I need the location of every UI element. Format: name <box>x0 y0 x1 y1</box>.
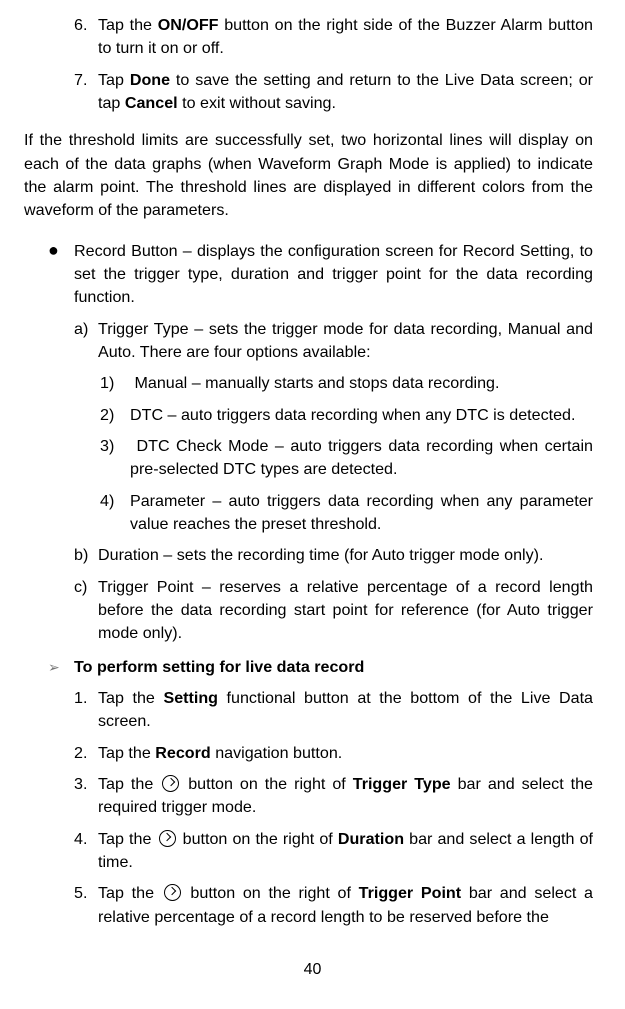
arrow-icon: ➢ <box>48 657 74 677</box>
text: Tap the <box>98 775 160 793</box>
text: DTC – auto triggers data recording when … <box>130 406 575 424</box>
bold-duration: Duration <box>338 830 404 848</box>
text: Duration – sets the recording time (for … <box>98 546 543 564</box>
text: button on the right of <box>190 884 358 902</box>
item-3-dtc-check: 3) DTC Check Mode – auto triggers data r… <box>24 435 593 482</box>
text: button on the right of <box>183 830 338 848</box>
alpha-label: a) <box>74 318 98 341</box>
item-2-dtc: 2)DTC – auto triggers data recording whe… <box>24 404 593 427</box>
step-number: 6. <box>74 14 98 37</box>
text: Tap the <box>98 16 158 34</box>
bold-record: Record <box>155 744 210 762</box>
perform-step-4: 4.Tap the button on the right of Duratio… <box>24 828 593 875</box>
num-label: 2) <box>100 404 130 427</box>
bold-trigger-type: Trigger Type <box>353 775 451 793</box>
step-6: 6.Tap the ON/OFF button on the right sid… <box>24 14 593 61</box>
circle-chevron-right-icon <box>164 884 181 901</box>
text: navigation button. <box>211 744 343 762</box>
step-number: 1. <box>74 687 98 710</box>
bold-onoff: ON/OFF <box>158 16 219 34</box>
perform-step-1: 1.Tap the Setting functional button at t… <box>24 687 593 734</box>
paragraph-threshold: If the threshold limits are successfully… <box>24 129 593 222</box>
circle-chevron-right-icon <box>162 775 179 792</box>
bullet-dot-icon: ● <box>48 237 74 263</box>
text: Tap the <box>98 830 157 848</box>
alpha-label: c) <box>74 576 98 599</box>
num-label: 4) <box>100 490 130 513</box>
text: Manual – manually starts and stops data … <box>130 374 499 392</box>
perform-step-5: 5.Tap the button on the right of Trigger… <box>24 882 593 929</box>
num-label: 1) <box>100 372 130 395</box>
item-1-manual: 1) Manual – manually starts and stops da… <box>24 372 593 395</box>
num-label: 3) <box>100 435 130 458</box>
step-number: 5. <box>74 882 98 905</box>
text: DTC Check Mode – auto triggers data reco… <box>130 437 593 478</box>
text: button on the right of <box>188 775 353 793</box>
alpha-label: b) <box>74 544 98 567</box>
text: Trigger Type – sets the trigger mode for… <box>98 320 593 361</box>
item-a-trigger-type: a)Trigger Type – sets the trigger mode f… <box>24 318 593 365</box>
step-number: 4. <box>74 828 98 851</box>
text: to exit without saving. <box>178 94 336 112</box>
heading-perform-setting: ➢To perform setting for live data record <box>24 656 593 679</box>
bold-done: Done <box>130 71 170 89</box>
perform-step-2: 2.Tap the Record navigation button. <box>24 742 593 765</box>
item-c-trigger-point: c)Trigger Point – reserves a relative pe… <box>24 576 593 646</box>
page-number: 40 <box>0 958 625 981</box>
text: Tap the <box>98 744 155 762</box>
perform-step-3: 3.Tap the button on the right of Trigger… <box>24 773 593 820</box>
heading-text: To perform setting for live data record <box>74 658 364 676</box>
step-number: 3. <box>74 773 98 796</box>
text: Tap the <box>98 884 162 902</box>
step-number: 2. <box>74 742 98 765</box>
bold-setting: Setting <box>163 689 218 707</box>
text: Record Button – displays the configurati… <box>74 242 593 307</box>
item-4-parameter: 4)Parameter – auto triggers data recordi… <box>24 490 593 537</box>
text: Parameter – auto triggers data recording… <box>130 492 593 533</box>
bold-trigger-point: Trigger Point <box>359 884 461 902</box>
step-number: 7. <box>74 69 98 92</box>
bullet-record-button: ●Record Button – displays the configurat… <box>24 237 593 310</box>
text: Tap <box>98 71 130 89</box>
item-b-duration: b)Duration – sets the recording time (fo… <box>24 544 593 567</box>
circle-chevron-right-icon <box>159 830 176 847</box>
text: Trigger Point – reserves a relative perc… <box>98 578 593 643</box>
step-7: 7.Tap Done to save the setting and retur… <box>24 69 593 116</box>
text: Tap the <box>98 689 163 707</box>
bold-cancel: Cancel <box>125 94 178 112</box>
